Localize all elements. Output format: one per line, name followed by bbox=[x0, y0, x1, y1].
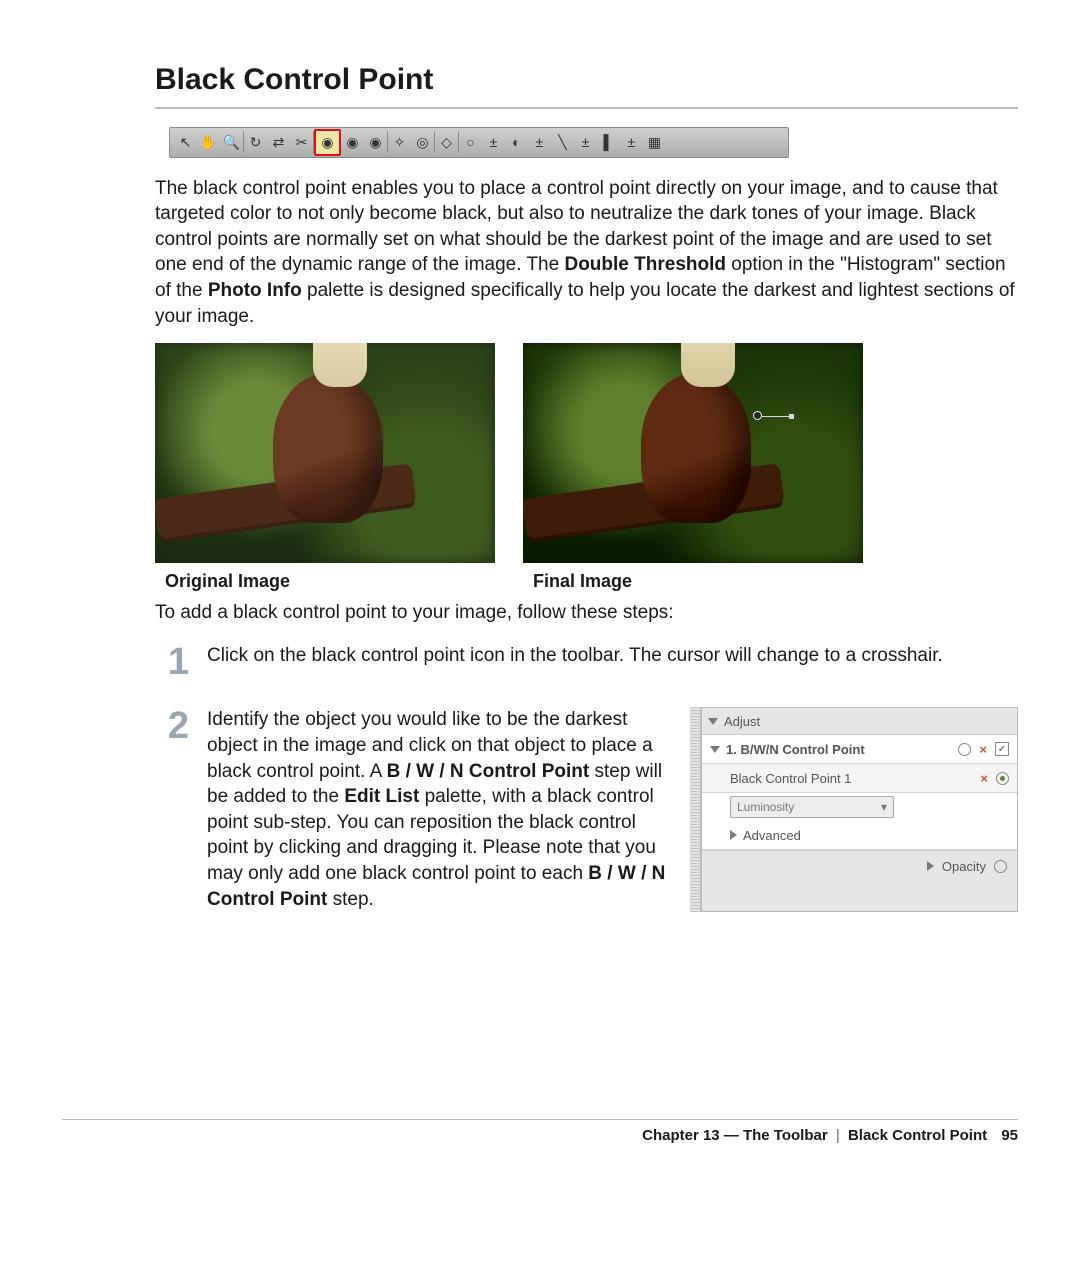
link-icon[interactable] bbox=[958, 743, 971, 756]
final-caption: Final Image bbox=[533, 569, 863, 593]
rotate-icon[interactable]: ↻ bbox=[244, 131, 267, 154]
step-2-number: 2 bbox=[155, 707, 189, 912]
page-footer: Chapter 13 — The Toolbar | Black Control… bbox=[642, 1126, 1018, 1146]
delete-icon[interactable]: × bbox=[979, 741, 987, 759]
footer-rule bbox=[62, 1119, 1018, 1120]
edit-list-panel: Adjust 1. B/W/N Control Point × ✓ Black … bbox=[690, 707, 1018, 912]
steps-intro: To add a black control point to your ima… bbox=[155, 600, 1018, 626]
original-image bbox=[155, 343, 495, 563]
black-cp-icon[interactable]: ◉ bbox=[314, 129, 341, 156]
luminosity-dropdown[interactable]: Luminosity ▾ bbox=[730, 796, 894, 818]
lasso-icon[interactable]: ◇ bbox=[435, 131, 458, 154]
linear-grad-icon[interactable]: ◐ bbox=[505, 131, 528, 154]
step-1: 1 Click on the black control point icon … bbox=[155, 643, 1018, 681]
fill-icon[interactable]: ▦ bbox=[643, 131, 666, 154]
disclosure-right-icon bbox=[730, 830, 737, 840]
addsub2-icon[interactable]: ± bbox=[528, 131, 551, 154]
auto-levels-icon[interactable]: ✧ bbox=[388, 131, 411, 154]
opacity-radio[interactable] bbox=[994, 860, 1007, 873]
original-image-block: Original Image bbox=[155, 343, 495, 593]
page-title: Black Control Point bbox=[155, 60, 1018, 101]
color-cp-icon[interactable]: ○ bbox=[459, 131, 482, 154]
image-row: Original Image Final Image bbox=[155, 343, 1018, 593]
steps-list: 1 Click on the black control point icon … bbox=[155, 643, 1018, 912]
panel-black-cp-item[interactable]: Black Control Point 1 × bbox=[702, 764, 1017, 793]
s2-p: step. bbox=[333, 889, 374, 910]
pointer-icon[interactable]: ↖ bbox=[174, 131, 197, 154]
enable-checkbox[interactable]: ✓ bbox=[995, 742, 1009, 756]
adjust-label: Adjust bbox=[724, 713, 760, 731]
final-image bbox=[523, 343, 863, 563]
gradient-icon[interactable]: ╲ bbox=[551, 131, 574, 154]
black-cp-label: Black Control Point 1 bbox=[730, 770, 851, 788]
intro-paragraph: The black control point enables you to p… bbox=[155, 176, 1018, 330]
step-2: 2 Identify the object you would like to … bbox=[155, 707, 1018, 912]
final-image-block: Final Image bbox=[523, 343, 863, 593]
advanced-label: Advanced bbox=[743, 827, 801, 845]
intro-d-bold: Photo Info bbox=[208, 280, 302, 301]
addsub1-icon[interactable]: ± bbox=[482, 131, 505, 154]
original-caption: Original Image bbox=[165, 569, 495, 593]
step-1-number: 1 bbox=[155, 643, 189, 681]
addsub3-icon[interactable]: ± bbox=[574, 131, 597, 154]
dcurve-icon[interactable]: ◎ bbox=[411, 131, 434, 154]
step-2-text: Identify the object you would like to be… bbox=[207, 707, 672, 912]
footer-page-number: 95 bbox=[1001, 1127, 1018, 1144]
straighten-icon[interactable]: ⇄ bbox=[267, 131, 290, 154]
panel-luminosity-row: Luminosity ▾ bbox=[702, 793, 1017, 821]
delete-icon[interactable]: × bbox=[980, 770, 988, 788]
bwn-heading-label: 1. B/W/N Control Point bbox=[726, 741, 865, 759]
hand-icon[interactable]: ✋ bbox=[197, 131, 220, 154]
footer-section: Black Control Point bbox=[848, 1127, 987, 1144]
neutral-cp-icon[interactable]: ◉ bbox=[341, 131, 364, 154]
panel-footer: Opacity bbox=[702, 850, 1017, 881]
crop-icon[interactable]: ✂ bbox=[290, 131, 313, 154]
toolbar: ↖✋🔍↻⇄✂◉◉◉✧◎◇○±◐±╲±▌±▦ bbox=[169, 127, 789, 158]
step-1-text: Click on the black control point icon in… bbox=[207, 643, 943, 681]
title-rule bbox=[155, 107, 1018, 109]
disclosure-down-icon bbox=[708, 718, 718, 725]
intro-b-bold: Double Threshold bbox=[564, 254, 726, 275]
dropdown-value: Luminosity bbox=[737, 799, 794, 815]
addsub4-icon[interactable]: ± bbox=[620, 131, 643, 154]
chevron-down-icon: ▾ bbox=[881, 799, 887, 815]
zoom-icon[interactable]: 🔍 bbox=[220, 131, 243, 154]
selection-brush-icon[interactable]: ▌ bbox=[597, 131, 620, 154]
disclosure-down-icon bbox=[710, 746, 720, 753]
panel-bwn-heading[interactable]: 1. B/W/N Control Point × ✓ bbox=[702, 735, 1017, 764]
disclosure-right-icon bbox=[927, 861, 934, 871]
footer-chapter: Chapter 13 — The Toolbar bbox=[642, 1127, 828, 1144]
white-cp-icon[interactable]: ◉ bbox=[364, 131, 387, 154]
control-point-overlay[interactable] bbox=[753, 411, 794, 419]
s2-b1: B / W / N Control Point bbox=[387, 761, 590, 782]
panel-advanced-row[interactable]: Advanced bbox=[702, 821, 1017, 850]
show-radio[interactable] bbox=[996, 772, 1009, 785]
opacity-label[interactable]: Opacity bbox=[942, 858, 986, 876]
s2-b2: Edit List bbox=[344, 786, 419, 807]
panel-grip[interactable] bbox=[690, 707, 701, 912]
panel-adjust-header[interactable]: Adjust bbox=[702, 708, 1017, 735]
